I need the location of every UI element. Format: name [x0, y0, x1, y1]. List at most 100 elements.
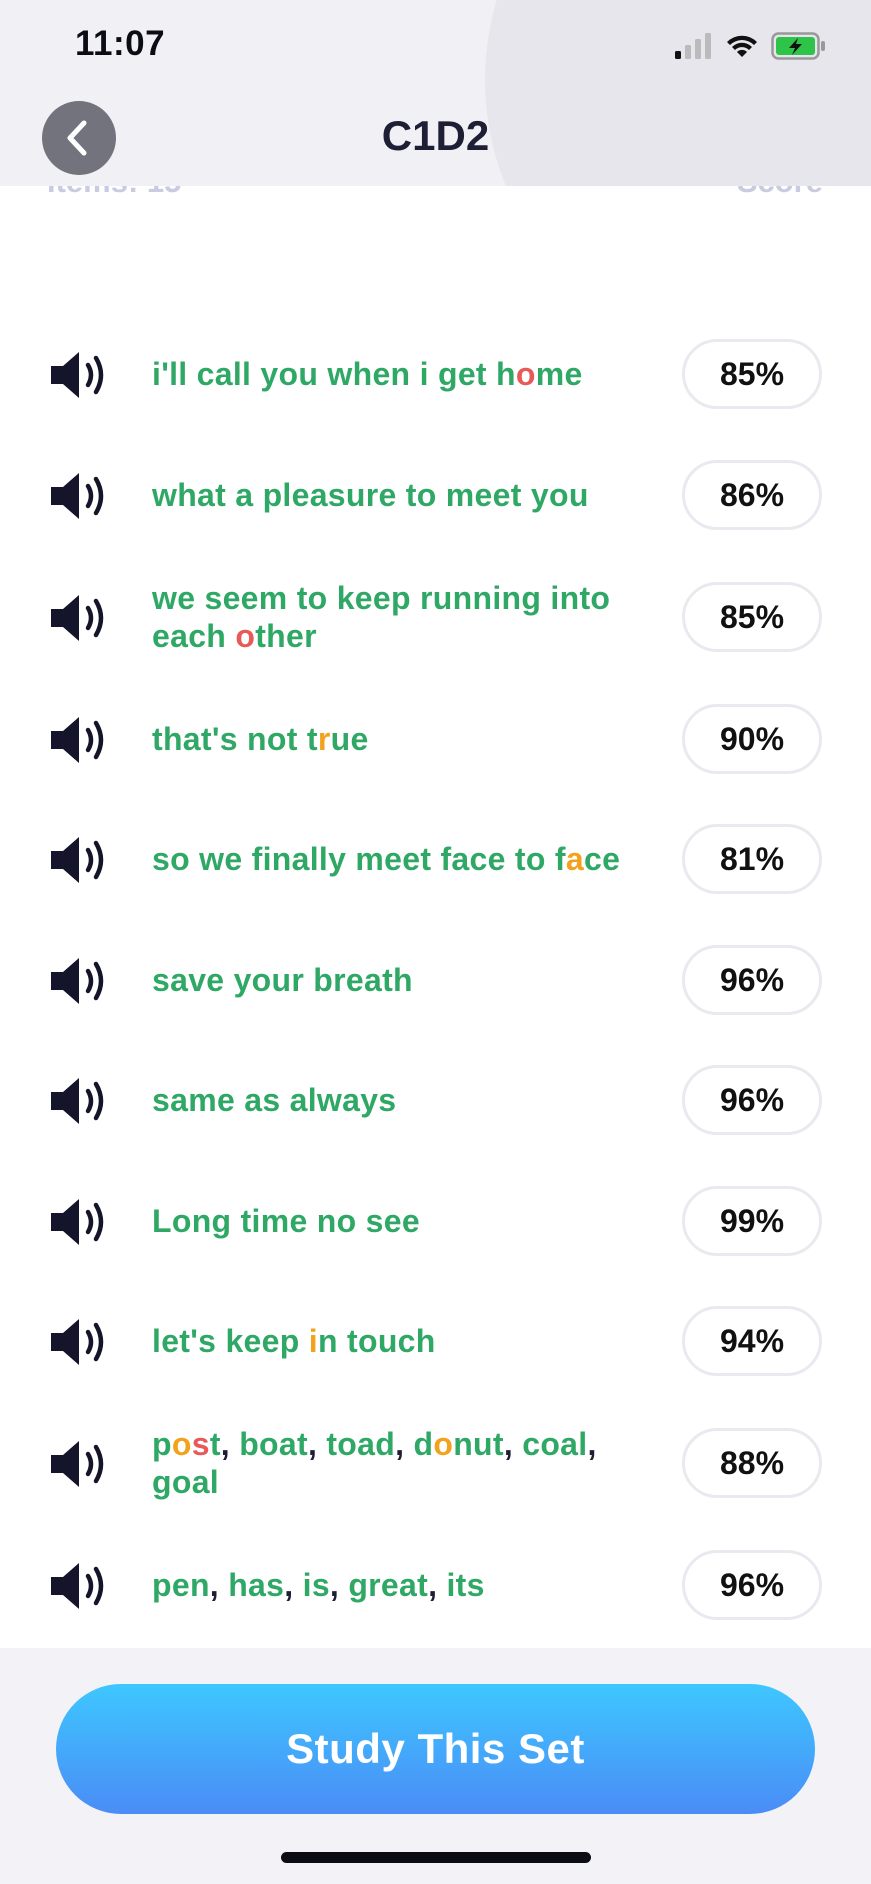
- score-badge: 88%: [682, 1428, 822, 1498]
- phrase-segment: me: [535, 356, 583, 392]
- phrase-segment: so we finally meet face to f: [152, 841, 566, 877]
- speaker-icon[interactable]: [49, 1438, 113, 1490]
- speaker-icon[interactable]: [49, 592, 113, 644]
- signal-icon: [675, 33, 711, 59]
- phrase-segment: coal: [522, 1426, 588, 1462]
- phrase-segment: let's keep: [152, 1323, 309, 1359]
- phrase-text: we seem to keep running into each other: [152, 579, 652, 655]
- speaker-icon[interactable]: [49, 955, 113, 1007]
- phrase-segment: that's not t: [152, 721, 318, 757]
- phrase-segment: a: [565, 841, 584, 877]
- phrase-segment: d: [413, 1426, 434, 1462]
- phrase-row[interactable]: pen, has, is, great, its 96%: [0, 1525, 871, 1645]
- study-this-set-button[interactable]: Study This Set: [56, 1684, 815, 1814]
- phrase-segment: ue: [330, 721, 369, 757]
- phrase-text: that's not true: [152, 720, 652, 758]
- phrase-text: what a pleasure to meet you: [152, 476, 652, 514]
- items-count: Items: 15: [47, 186, 181, 200]
- speaker-icon[interactable]: [49, 1075, 113, 1127]
- phrase-segment: toad: [326, 1426, 396, 1462]
- phrase-segment: what a pleasure to meet you: [152, 477, 589, 513]
- phrase-segment: n touch: [317, 1323, 436, 1359]
- phrase-segment: ,: [395, 1426, 414, 1462]
- phrase-segment: ther: [255, 618, 317, 654]
- phrase-segment: ,: [329, 1567, 349, 1603]
- speaker-icon[interactable]: [49, 714, 113, 766]
- phrase-text: Long time no see: [152, 1202, 652, 1240]
- score-badge: 85%: [682, 582, 822, 652]
- speaker-icon[interactable]: [49, 470, 113, 522]
- phrase-segment: o: [171, 1426, 192, 1462]
- phrase-segment: save your breath: [152, 962, 413, 998]
- phrase-segment: ,: [209, 1567, 229, 1603]
- phrase-row[interactable]: post, boat, toad, donut, coal, goal 88%: [0, 1403, 871, 1523]
- score-badge: 85%: [682, 339, 822, 409]
- score-badge: 94%: [682, 1306, 822, 1376]
- score-badge: 81%: [682, 824, 822, 894]
- speaker-icon[interactable]: [49, 349, 113, 401]
- speaker-icon[interactable]: [49, 1316, 113, 1368]
- phrase-segment: nut: [453, 1426, 504, 1462]
- phrase-segment: goal: [152, 1464, 219, 1500]
- phrase-text: save your breath: [152, 961, 652, 999]
- phrase-row[interactable]: Long time no see 99%: [0, 1161, 871, 1281]
- phrase-list[interactable]: Items: 15 Score i'll call you when i get…: [0, 186, 871, 1648]
- phrase-text: pen, has, is, great, its: [152, 1566, 652, 1604]
- phrase-segment: has: [228, 1567, 285, 1603]
- phrase-row[interactable]: we seem to keep running into each other 8…: [0, 557, 871, 677]
- status-time: 11:07: [75, 24, 166, 63]
- phrase-segment: ,: [284, 1567, 303, 1603]
- list-header: Items: 15 Score: [0, 186, 871, 204]
- phrase-segment: ,: [307, 1426, 327, 1462]
- score-badge: 99%: [682, 1186, 822, 1256]
- phrase-segment: ce: [583, 841, 621, 877]
- phrase-segment: p: [152, 1426, 172, 1462]
- phrase-segment: great: [348, 1567, 429, 1603]
- phrase-text: same as always: [152, 1081, 652, 1119]
- phrase-row[interactable]: you have got it all wrong84%: [0, 1645, 871, 1648]
- score-header: Score: [737, 186, 823, 200]
- phrase-segment: same as always: [152, 1082, 397, 1118]
- score-badge: 86%: [682, 460, 822, 530]
- wifi-icon: [727, 35, 757, 57]
- phrase-row[interactable]: i'll call you when i get home 85%: [0, 314, 871, 434]
- phrase-segment: o: [433, 1426, 454, 1462]
- phrase-segment: pen: [152, 1567, 210, 1603]
- score-badge: 96%: [682, 1550, 822, 1620]
- page-title: C1D2: [381, 112, 490, 159]
- score-badge: 96%: [682, 945, 822, 1015]
- battery-charging-icon: [771, 32, 825, 60]
- phrase-row[interactable]: same as always 96%: [0, 1040, 871, 1160]
- phrase-text: i'll call you when i get home: [152, 355, 652, 393]
- score-badge: 90%: [682, 704, 822, 774]
- phrase-segment: boat: [239, 1426, 308, 1462]
- phrase-segment: ,: [428, 1567, 447, 1603]
- phrase-segment: o: [515, 356, 536, 392]
- speaker-icon[interactable]: [49, 1196, 113, 1248]
- phrase-segment: i'll call you when i get h: [152, 356, 516, 392]
- speaker-icon[interactable]: [49, 1560, 113, 1612]
- score-badge: 96%: [682, 1065, 822, 1135]
- phrase-segment: t: [209, 1426, 221, 1462]
- phrase-text: let's keep in touch: [152, 1322, 652, 1360]
- phrase-segment: s: [191, 1426, 210, 1462]
- phrase-text: post, boat, toad, donut, coal, goal: [152, 1425, 652, 1501]
- phrase-row[interactable]: save your breath 96%: [0, 920, 871, 1040]
- speaker-icon[interactable]: [49, 834, 113, 886]
- phrase-row[interactable]: let's keep in touch 94%: [0, 1281, 871, 1401]
- phrase-segment: ,: [220, 1426, 240, 1462]
- phrase-row[interactable]: so we finally meet face to face 81%: [0, 799, 871, 919]
- phrase-segment: we seem to keep running into each: [152, 580, 611, 654]
- phrase-row[interactable]: what a pleasure to meet you 86%: [0, 435, 871, 555]
- phrase-segment: Long time no see: [152, 1203, 420, 1239]
- phrase-text: so we finally meet face to face: [152, 840, 652, 878]
- status-icons: [675, 32, 827, 60]
- phrase-segment: r: [317, 721, 331, 757]
- phrase-segment: its: [446, 1567, 485, 1603]
- phrase-segment: i: [308, 1323, 318, 1359]
- phrase-row[interactable]: that's not true 90%: [0, 679, 871, 799]
- phrase-segment: ,: [587, 1426, 597, 1462]
- phrase-segment: is: [302, 1567, 330, 1603]
- home-indicator: [281, 1852, 591, 1863]
- phrase-segment: ,: [503, 1426, 523, 1462]
